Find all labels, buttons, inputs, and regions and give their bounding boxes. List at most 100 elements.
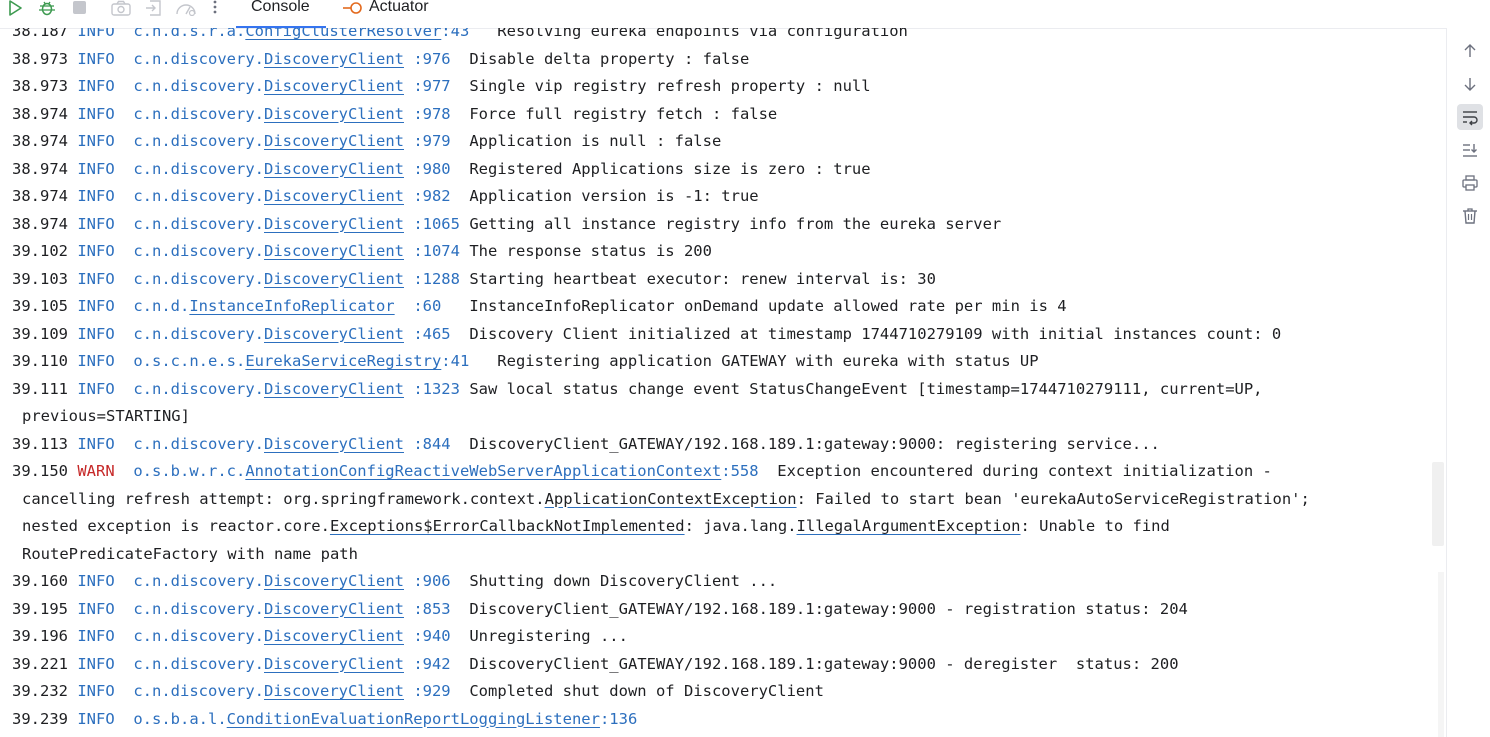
logger-line-number: :976 — [403, 49, 451, 68]
more-icon[interactable] — [210, 0, 230, 16]
camera-icon[interactable] — [110, 0, 131, 16]
log-timestamp: 38.187 — [12, 28, 68, 40]
logger-package: c.n.discovery. — [133, 242, 264, 260]
logger-package: c.n.discovery. — [133, 159, 264, 178]
logger-package: c.n.discovery. — [133, 434, 264, 453]
restore-icon[interactable] — [144, 0, 164, 16]
logger-class-link[interactable]: ConditionEvaluationReportLoggingListener — [227, 710, 600, 728]
logger-class-link[interactable]: ConfigClusterResolver — [245, 28, 441, 40]
log-line: 39.103 INFO c.n.discovery.DiscoveryClien… — [12, 266, 1310, 294]
log-timestamp: 39.221 — [12, 654, 68, 673]
logger-class-link[interactable]: DiscoveryClient — [264, 572, 404, 590]
tab-console[interactable]: Console — [236, 0, 326, 28]
logger-package: c.n.discovery. — [133, 132, 264, 150]
log-line: 38.973 INFO c.n.discovery.DiscoveryClien… — [12, 73, 1310, 101]
log-timestamp: 39.195 — [12, 599, 68, 618]
log-message: Registered Applications size is zero : t… — [450, 159, 871, 178]
logger-class-link[interactable]: DiscoveryClient — [264, 655, 404, 673]
logger-class-link[interactable]: DiscoveryClient — [264, 105, 404, 123]
logger-line-number: :465 — [403, 324, 451, 343]
stop-icon[interactable] — [70, 0, 90, 16]
log-message: Registering application GATEWAY with eur… — [469, 352, 1039, 370]
log-level: INFO — [77, 379, 115, 398]
logger-package: c.n.discovery. — [133, 654, 264, 673]
tab-actuator[interactable]: Actuator — [336, 0, 446, 28]
log-line: 39.110 INFO o.s.c.n.e.s.EurekaServiceReg… — [12, 348, 1310, 376]
console-scrollbar-thumb[interactable] — [1432, 462, 1444, 546]
logger-class-link[interactable]: DiscoveryClient — [264, 242, 404, 260]
logger-line-number: :136 — [599, 709, 638, 728]
scroll-to-end-icon — [1463, 144, 1477, 157]
log-continuation-text: previous=STARTING] — [22, 407, 190, 425]
logger-class-link[interactable]: DiscoveryClient — [264, 77, 404, 95]
console-scrollbar-lower — [1438, 572, 1444, 737]
log-line-continuation: previous=STARTING] — [12, 403, 1310, 431]
logger-class-link[interactable]: DiscoveryClient — [264, 132, 404, 150]
print-button[interactable] — [1457, 170, 1483, 196]
logger-package: c.n.discovery. — [133, 627, 264, 645]
log-timestamp: 38.974 — [12, 132, 68, 150]
dashboard-icon[interactable] — [175, 0, 196, 17]
logger-class-link[interactable]: DiscoveryClient — [264, 270, 404, 288]
logger-line-number: :1074 — [403, 242, 460, 260]
log-message: Force full registry fetch : false — [450, 104, 778, 123]
log-line-continuation: nested exception is reactor.core.Excepti… — [12, 513, 1310, 541]
log-message: InstanceInfoReplicator onDemand update a… — [441, 297, 1067, 315]
log-timestamp: 39.196 — [12, 627, 68, 645]
log-line: 39.160 INFO c.n.discovery.DiscoveryClien… — [12, 568, 1310, 596]
clear-all-button[interactable] — [1457, 203, 1483, 229]
log-line: 39.111 INFO c.n.discovery.DiscoveryClien… — [12, 376, 1310, 404]
log-line: 39.109 INFO c.n.discovery.DiscoveryClien… — [12, 321, 1310, 349]
logger-line-number: :940 — [403, 627, 451, 645]
log-level: INFO — [77, 214, 115, 233]
logger-class-link[interactable]: EurekaServiceRegistry — [245, 352, 441, 370]
logger-class-link[interactable]: DiscoveryClient — [264, 325, 404, 343]
scroll-down-button[interactable] — [1457, 71, 1483, 97]
logger-package: o.s.b.a.l. — [133, 709, 227, 728]
log-message: DiscoveryClient_GATEWAY/192.168.189.1:ga… — [450, 434, 1160, 453]
logger-line-number: :41 — [441, 352, 470, 370]
log-line-continuation: cancelling refresh attempt: org.springfr… — [12, 486, 1310, 514]
logger-class-link[interactable]: AnnotationConfigReactiveWebServerApplica… — [245, 462, 721, 480]
logger-line-number: :979 — [403, 132, 451, 150]
logger-class-link[interactable]: DiscoveryClient — [264, 682, 404, 700]
run-icon[interactable] — [6, 0, 26, 16]
exception-class-link[interactable]: ApplicationContextException — [545, 490, 797, 508]
logger-class-link[interactable]: DiscoveryClient — [264, 627, 404, 645]
logger-package: c.n.discovery. — [133, 77, 264, 95]
log-level: INFO — [77, 242, 115, 260]
log-message: Saw local status change event StatusChan… — [459, 379, 1263, 398]
scroll-up-button[interactable] — [1457, 38, 1483, 64]
log-level: INFO — [77, 654, 115, 673]
logger-class-link[interactable]: DiscoveryClient — [264, 380, 404, 398]
log-message: Shutting down DiscoveryClient ... — [450, 572, 778, 590]
log-line: 38.974 INFO c.n.discovery.DiscoveryClien… — [12, 211, 1310, 239]
log-level: INFO — [77, 352, 115, 370]
scroll-to-end-button[interactable] — [1457, 137, 1483, 163]
soft-wrap-button[interactable] — [1457, 104, 1483, 130]
log-message: Resolving eureka endpoints via configura… — [469, 28, 908, 40]
log-message: Single vip registry refresh property : n… — [450, 77, 871, 95]
exception-class-link[interactable]: Exceptions$ErrorCallbackNotImplemented — [330, 517, 685, 535]
log-message: Application version is -1: true — [450, 187, 759, 205]
logger-class-link[interactable]: DiscoveryClient — [264, 50, 404, 68]
logger-package: c.n.discovery. — [133, 269, 264, 288]
logger-class-link[interactable]: DiscoveryClient — [264, 160, 404, 178]
log-line: 39.221 INFO c.n.discovery.DiscoveryClien… — [12, 651, 1310, 679]
logger-class-link[interactable]: DiscoveryClient — [264, 435, 404, 453]
debug-icon[interactable] — [37, 0, 57, 16]
logger-class-link[interactable]: DiscoveryClient — [264, 600, 404, 618]
log-line: 38.187 INFO c.n.d.s.r.a.ConfigClusterRes… — [12, 28, 1310, 46]
logger-class-link[interactable]: DiscoveryClient — [264, 187, 404, 205]
log-message: The response status is 200 — [459, 242, 712, 260]
log-message: Disable delta property : false — [450, 49, 750, 68]
logger-class-link[interactable]: DiscoveryClient — [264, 215, 404, 233]
console-output[interactable]: 38.187 INFO c.n.d.s.r.a.ConfigClusterRes… — [0, 28, 1446, 737]
log-continuation-text: : Failed to start bean 'eurekaAutoServic… — [796, 489, 1310, 508]
log-level: INFO — [77, 28, 115, 40]
logger-class-link[interactable]: InstanceInfoReplicator — [189, 297, 394, 315]
exception-class-link[interactable]: IllegalArgumentException — [797, 517, 1021, 535]
log-level: INFO — [77, 627, 115, 645]
soft-wrap-icon — [1463, 111, 1478, 126]
log-line: 38.974 INFO c.n.discovery.DiscoveryClien… — [12, 101, 1310, 129]
